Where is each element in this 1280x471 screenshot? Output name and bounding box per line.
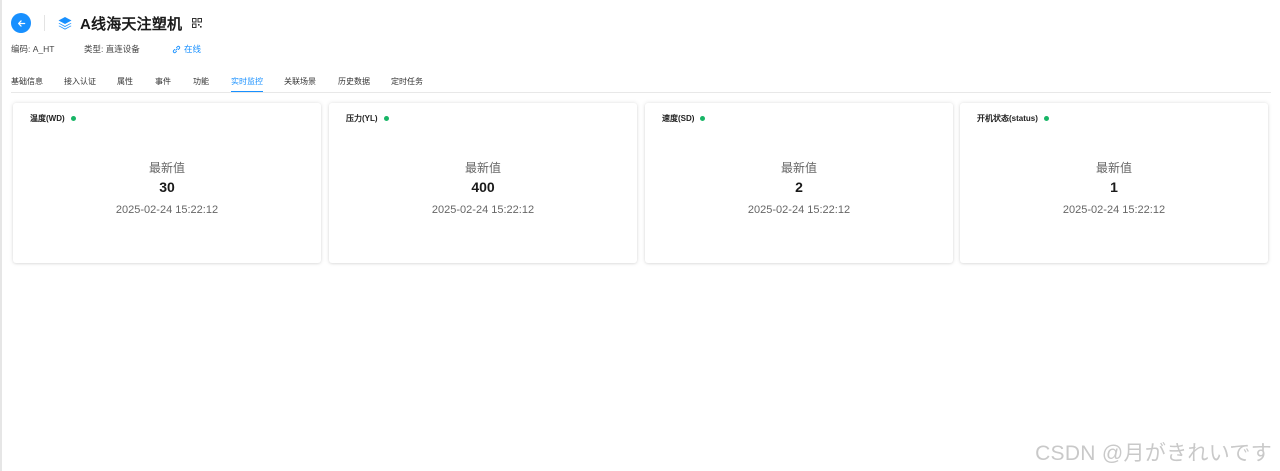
page-header: A线海天注塑机 xyxy=(11,12,203,34)
latest-value: 2 xyxy=(795,179,803,195)
tab-scheduled-tasks[interactable]: 定时任务 xyxy=(391,73,423,92)
device-type: 类型: 直连设备 xyxy=(84,44,140,54)
card-title: 速度(SD) xyxy=(662,114,695,123)
tab-functions[interactable]: 功能 xyxy=(193,73,209,92)
card-header: 速度(SD) xyxy=(662,113,706,124)
back-button[interactable] xyxy=(11,13,31,33)
online-dot-icon xyxy=(70,116,76,121)
latest-value-label: 最新值 xyxy=(780,161,817,175)
latest-value: 1 xyxy=(1110,179,1118,195)
online-dot-icon xyxy=(1043,116,1049,121)
watermark: CSDN @月がきれいです xyxy=(1035,442,1272,465)
online-status-label: 在线 xyxy=(184,44,202,54)
qrcode-icon[interactable] xyxy=(192,18,203,28)
tab-history-data[interactable]: 历史数据 xyxy=(338,73,370,92)
update-timestamp: 2025-02-24 15:22:12 xyxy=(1062,204,1166,216)
card-title: 压力(YL) xyxy=(346,114,378,123)
card-header: 温度(WD) xyxy=(30,113,76,124)
latest-value-label: 最新值 xyxy=(464,161,501,175)
update-timestamp: 2025-02-24 15:22:12 xyxy=(115,204,219,216)
tab-realtime-monitor[interactable]: 实时监控 xyxy=(231,73,263,92)
latest-value-label: 最新值 xyxy=(1095,161,1132,175)
monitor-card-speed: 速度(SD) 最新值 2 2025-02-24 15:22:12 xyxy=(645,103,953,263)
update-timestamp: 2025-02-24 15:22:12 xyxy=(747,204,851,216)
header-divider xyxy=(44,15,45,31)
online-dot-icon xyxy=(700,116,706,121)
tab-access-auth[interactable]: 接入认证 xyxy=(64,73,96,92)
update-timestamp: 2025-02-24 15:22:12 xyxy=(431,204,535,216)
page-title: A线海天注塑机 xyxy=(80,15,183,33)
card-header: 开机状态(status) xyxy=(977,113,1049,124)
tab-linked-scenes[interactable]: 关联场景 xyxy=(284,73,316,92)
monitor-card-temperature: 温度(WD) 最新值 30 2025-02-24 15:22:12 xyxy=(13,103,321,263)
monitor-card-power-status: 开机状态(status) 最新值 1 2025-02-24 15:22:12 xyxy=(960,103,1268,263)
online-status[interactable]: 在线 xyxy=(172,43,201,55)
tab-properties[interactable]: 属性 xyxy=(117,73,133,92)
arrow-left-icon xyxy=(17,19,25,27)
tab-events[interactable]: 事件 xyxy=(155,73,171,92)
monitor-card-pressure: 压力(YL) 最新值 400 2025-02-24 15:22:12 xyxy=(329,103,637,263)
device-code: 编码: A_HT xyxy=(11,44,55,54)
layers-icon xyxy=(57,15,73,31)
card-header: 压力(YL) xyxy=(346,113,389,124)
tab-bar: 基础信息 接入认证 属性 事件 功能 实时监控 关联场景 历史数据 定时任务 xyxy=(11,73,1271,93)
left-border xyxy=(0,0,2,471)
card-title: 开机状态(status) xyxy=(977,114,1038,123)
link-icon xyxy=(172,45,181,53)
tab-basic-info[interactable]: 基础信息 xyxy=(11,73,43,92)
device-meta: 编码: A_HT 类型: 直连设备 在线 xyxy=(11,43,201,55)
card-title: 温度(WD) xyxy=(30,114,65,123)
latest-value: 30 xyxy=(159,179,175,195)
latest-value-label: 最新值 xyxy=(148,161,185,175)
online-dot-icon xyxy=(383,116,389,121)
monitor-cards: 温度(WD) 最新值 30 2025-02-24 15:22:12 压力(YL)… xyxy=(13,103,1273,263)
latest-value: 400 xyxy=(471,179,495,195)
